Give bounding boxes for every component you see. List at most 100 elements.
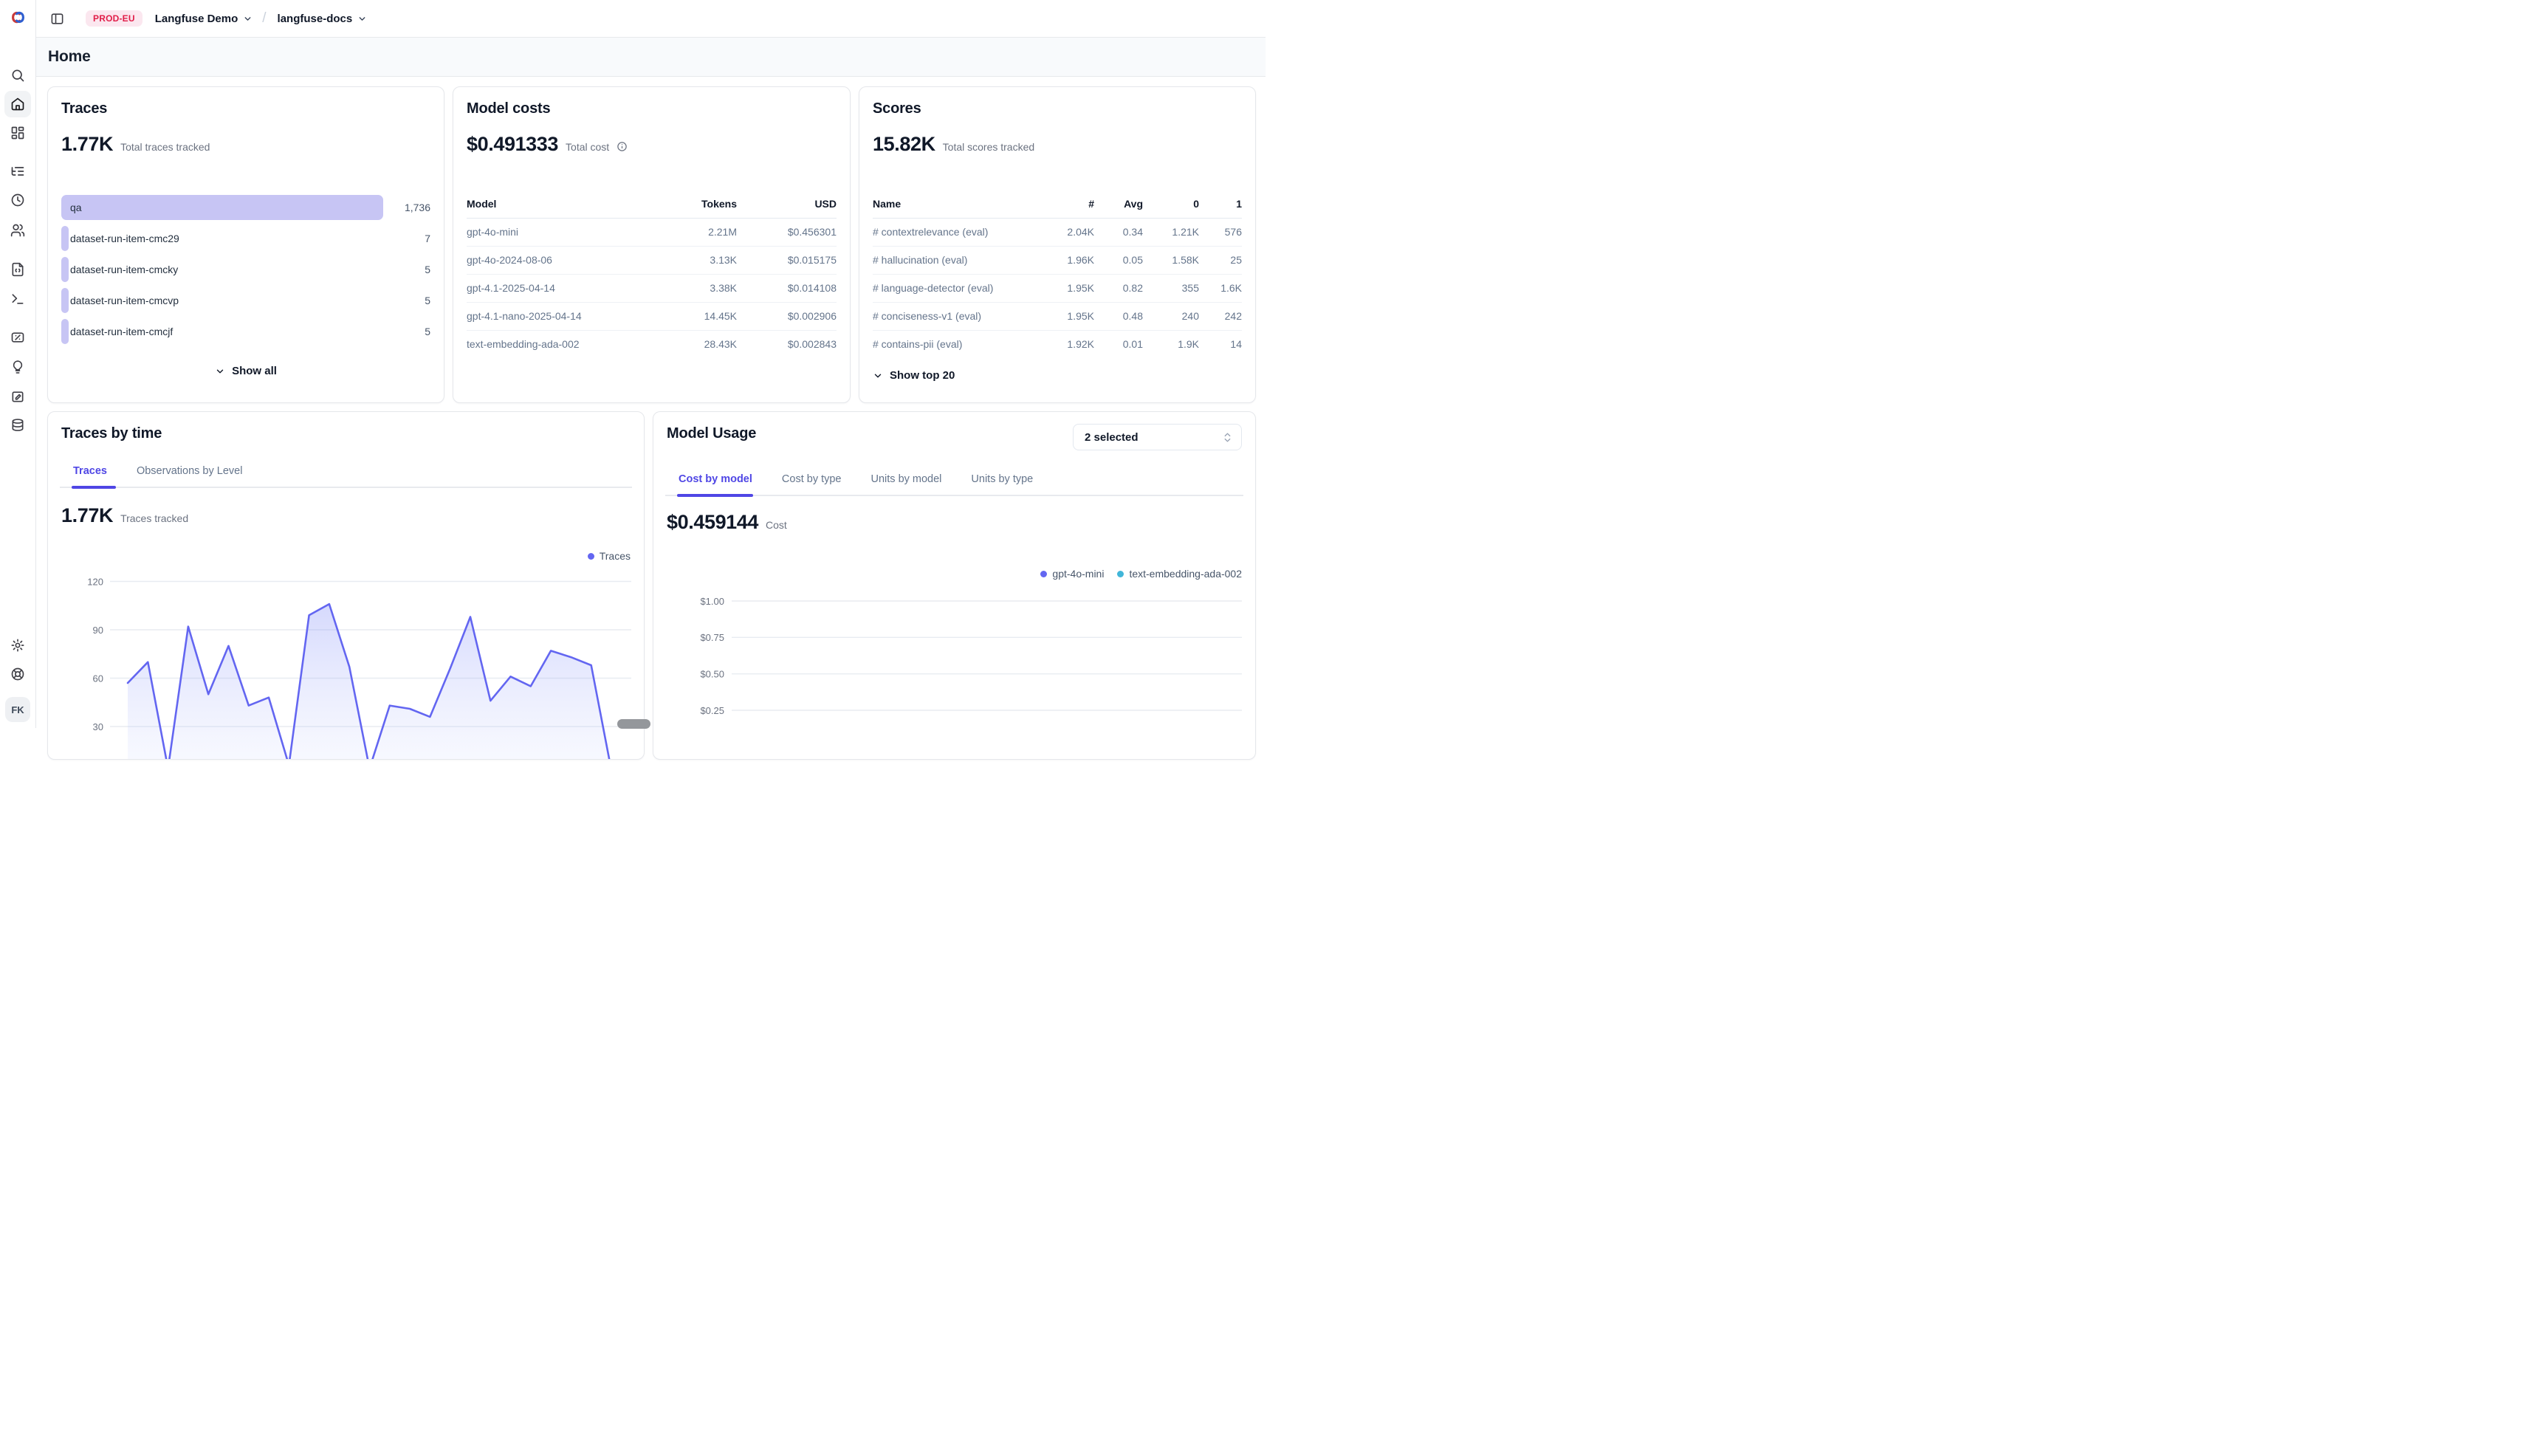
tab-cost-by-type[interactable]: Cost by type	[782, 473, 842, 485]
traces-bar-list: qa1,736dataset-run-item-cmc297dataset-ru…	[61, 192, 430, 347]
table-cell: 3.13K	[652, 254, 737, 266]
project-name: langfuse-docs	[278, 13, 353, 25]
page-title: Home	[48, 48, 91, 66]
table-cell: gpt-4.1-nano-2025-04-14	[467, 310, 652, 322]
table-cell: 28.43K	[652, 338, 737, 350]
chevron-down-icon	[243, 14, 253, 24]
usage-cost-metric: $0.459144	[667, 511, 758, 534]
project-switcher[interactable]: langfuse-docs	[278, 13, 368, 25]
sidebar-support-icon[interactable]	[4, 661, 31, 687]
tab-units-by-model[interactable]: Units by model	[871, 473, 942, 485]
table-row: # conciseness-v1 (eval)1.95K0.48240242	[873, 303, 1242, 331]
show-all-button[interactable]: Show all	[48, 365, 444, 377]
sidebar-lightbulb-icon[interactable]	[4, 354, 31, 380]
sidebar-sessions-icon[interactable]	[4, 187, 31, 213]
scores-total-metric: 15.82K	[873, 133, 935, 156]
table-row: # contains-pii (eval)1.92K0.011.9K14	[873, 331, 1242, 358]
tab-traces[interactable]: Traces	[73, 465, 107, 477]
table-cell: 1.9K	[1143, 338, 1199, 350]
table-header: Name#Avg01	[873, 198, 1242, 219]
trace-count: 5	[383, 264, 430, 275]
traces-card-title: Traces	[61, 100, 107, 117]
table-cell: 25	[1199, 254, 1242, 266]
chevron-down-icon	[215, 366, 225, 377]
column-header: Name	[873, 198, 1041, 210]
legend-label: Traces	[600, 550, 631, 562]
sidebar: FK	[0, 0, 36, 728]
sidebar-search-icon[interactable]	[4, 62, 31, 89]
legend-item: text-embedding-ada-002	[1117, 568, 1242, 580]
table-row: text-embedding-ada-00228.43K$0.002843	[467, 331, 837, 358]
table-cell: 1.92K	[1041, 338, 1094, 350]
trace-bar-track: dataset-run-item-cmcjf	[61, 319, 383, 344]
show-top-20-label: Show top 20	[890, 369, 955, 382]
trace-bar	[61, 288, 69, 313]
trace-bar	[61, 195, 383, 220]
table-cell: $0.002906	[737, 310, 837, 322]
tab-observations-by-level[interactable]: Observations by Level	[137, 465, 242, 477]
trace-name: dataset-run-item-cmcjf	[70, 326, 173, 337]
table-cell: text-embedding-ada-002	[467, 338, 652, 350]
org-switcher[interactable]: Langfuse Demo	[155, 13, 253, 25]
table-cell: 1.95K	[1041, 310, 1094, 322]
sidebar-annotation-icon[interactable]	[4, 383, 31, 410]
table-cell: # contextrelevance (eval)	[873, 226, 1041, 238]
svg-text:30: 30	[93, 721, 103, 732]
sidebar-dashboards-icon[interactable]	[4, 120, 31, 146]
model-select[interactable]: 2 selected	[1073, 424, 1242, 450]
horizontal-scrollbar-thumb[interactable]	[617, 719, 650, 729]
table-cell: # conciseness-v1 (eval)	[873, 310, 1041, 322]
table-cell: $0.014108	[737, 282, 837, 294]
sidebar-playground-icon[interactable]	[4, 286, 31, 312]
total-cost-label: Total cost	[566, 141, 609, 153]
sidebar-evaluation-icon[interactable]	[4, 324, 31, 351]
traces-by-time-title: Traces by time	[61, 425, 162, 442]
table-cell: 0.01	[1094, 338, 1143, 350]
svg-text:$0.75: $0.75	[700, 632, 724, 643]
table-cell: gpt-4o-2024-08-06	[467, 254, 652, 266]
sidebar-prompts-icon[interactable]	[4, 256, 31, 283]
table-cell: gpt-4.1-2025-04-14	[467, 282, 652, 294]
breadcrumb-separator: /	[262, 10, 266, 27]
table-cell: 1.95K	[1041, 282, 1094, 294]
traces-chart-legend: Traces	[588, 550, 631, 562]
table-row: gpt-4.1-2025-04-143.38K$0.014108	[467, 275, 837, 303]
table-row: gpt-4.1-nano-2025-04-1414.45K$0.002906	[467, 303, 837, 331]
table-row: # contextrelevance (eval)2.04K0.341.21K5…	[873, 219, 1242, 247]
legend-item: Traces	[588, 550, 631, 562]
svg-text:$1.00: $1.00	[700, 596, 724, 607]
traces-by-time-card: Traces by time Traces Observations by Le…	[47, 411, 645, 760]
sidebar-datasets-icon[interactable]	[4, 412, 31, 439]
topbar: PROD-EU Langfuse Demo / langfuse-docs	[35, 0, 1266, 38]
trace-bar-row: dataset-run-item-cmcvp5	[61, 285, 430, 316]
tab-units-by-type[interactable]: Units by type	[971, 473, 1033, 485]
table-cell: 355	[1143, 282, 1199, 294]
usage-cost-label: Cost	[766, 519, 787, 531]
trace-count: 7	[383, 233, 430, 244]
sidebar-tracing-icon[interactable]	[4, 158, 31, 185]
table-cell: 0.05	[1094, 254, 1143, 266]
sidebar-home-icon[interactable]	[4, 91, 31, 117]
table-row: gpt-4o-2024-08-063.13K$0.015175	[467, 247, 837, 275]
user-avatar[interactable]: FK	[5, 697, 30, 722]
sidebar-settings-icon[interactable]	[4, 632, 31, 659]
trace-bar	[61, 319, 69, 344]
model-usage-chart: $1.00$0.75$0.50$0.25	[667, 589, 1242, 759]
traces-tracked-metric: 1.77K	[61, 504, 113, 527]
sidebar-users-icon[interactable]	[4, 217, 31, 244]
trace-bar-track: dataset-run-item-cmc29	[61, 226, 383, 251]
sidebar-toggle-button[interactable]	[47, 9, 66, 28]
svg-text:60: 60	[93, 673, 103, 684]
environment-badge: PROD-EU	[86, 10, 142, 27]
scores-card: Scores 15.82K Total scores tracked Name#…	[859, 86, 1256, 403]
show-top-20-button[interactable]: Show top 20	[873, 369, 955, 382]
column-header: 0	[1143, 198, 1199, 210]
table-cell: 1.21K	[1143, 226, 1199, 238]
table-cell: 3.38K	[652, 282, 737, 294]
langfuse-logo-icon	[10, 9, 27, 26]
model-select-value: 2 selected	[1085, 431, 1223, 444]
tab-cost-by-model[interactable]: Cost by model	[679, 473, 752, 485]
table-cell: 2.04K	[1041, 226, 1094, 238]
model-costs-card: Model costs $0.491333 Total cost ModelTo…	[453, 86, 851, 403]
info-icon[interactable]	[617, 141, 628, 156]
